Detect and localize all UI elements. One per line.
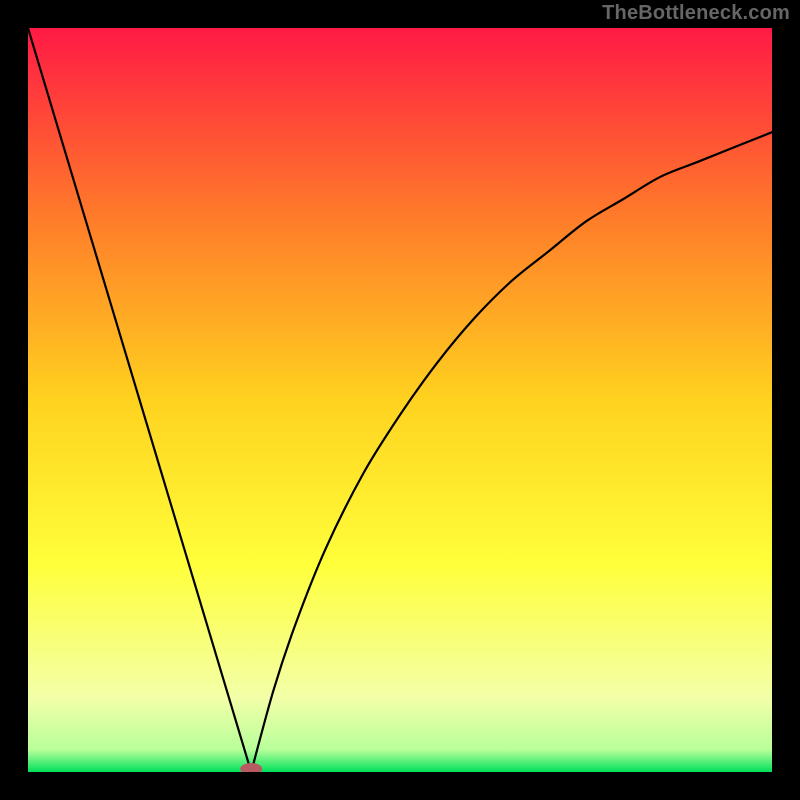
watermark-label: TheBottleneck.com bbox=[602, 2, 790, 25]
chart-svg bbox=[28, 28, 772, 772]
chart-frame: TheBottleneck.com bbox=[0, 0, 800, 800]
chart-plot-area bbox=[28, 28, 772, 772]
